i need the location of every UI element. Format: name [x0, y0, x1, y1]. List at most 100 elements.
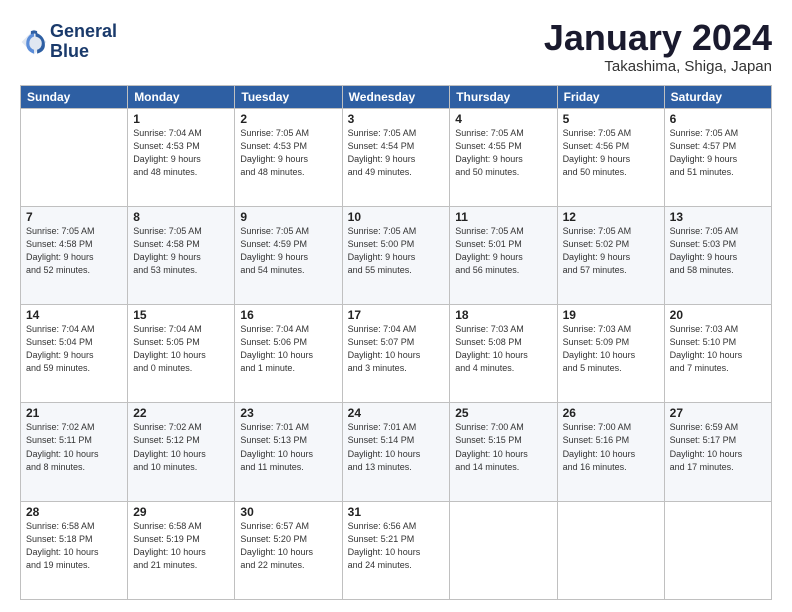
- calendar-cell: [557, 501, 664, 599]
- calendar-cell: [21, 108, 128, 206]
- calendar-cell: 11Sunrise: 7:05 AMSunset: 5:01 PMDayligh…: [450, 206, 557, 304]
- day-info: Sunrise: 7:03 AMSunset: 5:10 PMDaylight:…: [670, 323, 766, 375]
- calendar-cell: 10Sunrise: 7:05 AMSunset: 5:00 PMDayligh…: [342, 206, 450, 304]
- day-info: Sunrise: 7:05 AMSunset: 4:56 PMDaylight:…: [563, 127, 659, 179]
- calendar-cell: 6Sunrise: 7:05 AMSunset: 4:57 PMDaylight…: [664, 108, 771, 206]
- day-info: Sunrise: 7:05 AMSunset: 4:58 PMDaylight:…: [133, 225, 229, 277]
- calendar-cell: 24Sunrise: 7:01 AMSunset: 5:14 PMDayligh…: [342, 403, 450, 501]
- day-info: Sunrise: 6:56 AMSunset: 5:21 PMDaylight:…: [348, 520, 445, 572]
- day-number: 25: [455, 406, 551, 420]
- day-number: 8: [133, 210, 229, 224]
- day-info: Sunrise: 7:03 AMSunset: 5:08 PMDaylight:…: [455, 323, 551, 375]
- day-info: Sunrise: 7:01 AMSunset: 5:13 PMDaylight:…: [240, 421, 336, 473]
- calendar-cell: 15Sunrise: 7:04 AMSunset: 5:05 PMDayligh…: [128, 305, 235, 403]
- calendar-cell: 26Sunrise: 7:00 AMSunset: 5:16 PMDayligh…: [557, 403, 664, 501]
- day-number: 26: [563, 406, 659, 420]
- day-info: Sunrise: 7:05 AMSunset: 4:54 PMDaylight:…: [348, 127, 445, 179]
- day-number: 24: [348, 406, 445, 420]
- day-number: 13: [670, 210, 766, 224]
- day-info: Sunrise: 6:58 AMSunset: 5:19 PMDaylight:…: [133, 520, 229, 572]
- calendar-cell: [664, 501, 771, 599]
- day-info: Sunrise: 7:05 AMSunset: 4:58 PMDaylight:…: [26, 225, 122, 277]
- header: General Blue January 2024 Takashima, Shi…: [20, 18, 772, 75]
- day-number: 17: [348, 308, 445, 322]
- col-tuesday: Tuesday: [235, 85, 342, 108]
- calendar-cell: 28Sunrise: 6:58 AMSunset: 5:18 PMDayligh…: [21, 501, 128, 599]
- calendar-week-4: 21Sunrise: 7:02 AMSunset: 5:11 PMDayligh…: [21, 403, 772, 501]
- calendar-cell: [450, 501, 557, 599]
- calendar-cell: 31Sunrise: 6:56 AMSunset: 5:21 PMDayligh…: [342, 501, 450, 599]
- calendar-cell: 14Sunrise: 7:04 AMSunset: 5:04 PMDayligh…: [21, 305, 128, 403]
- calendar-cell: 17Sunrise: 7:04 AMSunset: 5:07 PMDayligh…: [342, 305, 450, 403]
- calendar-cell: 25Sunrise: 7:00 AMSunset: 5:15 PMDayligh…: [450, 403, 557, 501]
- calendar-cell: 18Sunrise: 7:03 AMSunset: 5:08 PMDayligh…: [450, 305, 557, 403]
- day-info: Sunrise: 6:59 AMSunset: 5:17 PMDaylight:…: [670, 421, 766, 473]
- day-number: 1: [133, 112, 229, 126]
- day-info: Sunrise: 7:01 AMSunset: 5:14 PMDaylight:…: [348, 421, 445, 473]
- calendar-cell: 30Sunrise: 6:57 AMSunset: 5:20 PMDayligh…: [235, 501, 342, 599]
- day-number: 21: [26, 406, 122, 420]
- day-info: Sunrise: 7:04 AMSunset: 5:06 PMDaylight:…: [240, 323, 336, 375]
- day-info: Sunrise: 7:05 AMSunset: 4:53 PMDaylight:…: [240, 127, 336, 179]
- col-wednesday: Wednesday: [342, 85, 450, 108]
- calendar-header-row: Sunday Monday Tuesday Wednesday Thursday…: [21, 85, 772, 108]
- col-monday: Monday: [128, 85, 235, 108]
- day-number: 14: [26, 308, 122, 322]
- day-info: Sunrise: 7:04 AMSunset: 5:07 PMDaylight:…: [348, 323, 445, 375]
- day-number: 10: [348, 210, 445, 224]
- calendar-cell: 5Sunrise: 7:05 AMSunset: 4:56 PMDaylight…: [557, 108, 664, 206]
- logo-icon: [20, 28, 48, 56]
- day-number: 4: [455, 112, 551, 126]
- calendar-cell: 2Sunrise: 7:05 AMSunset: 4:53 PMDaylight…: [235, 108, 342, 206]
- calendar-cell: 16Sunrise: 7:04 AMSunset: 5:06 PMDayligh…: [235, 305, 342, 403]
- month-title: January 2024: [544, 18, 772, 58]
- col-sunday: Sunday: [21, 85, 128, 108]
- calendar-cell: 20Sunrise: 7:03 AMSunset: 5:10 PMDayligh…: [664, 305, 771, 403]
- day-number: 11: [455, 210, 551, 224]
- calendar-week-3: 14Sunrise: 7:04 AMSunset: 5:04 PMDayligh…: [21, 305, 772, 403]
- day-info: Sunrise: 7:05 AMSunset: 5:01 PMDaylight:…: [455, 225, 551, 277]
- logo-text: General Blue: [50, 22, 117, 62]
- day-number: 2: [240, 112, 336, 126]
- day-number: 18: [455, 308, 551, 322]
- title-block: January 2024 Takashima, Shiga, Japan: [544, 18, 772, 75]
- day-number: 9: [240, 210, 336, 224]
- day-number: 19: [563, 308, 659, 322]
- logo: General Blue: [20, 22, 117, 62]
- calendar-cell: 7Sunrise: 7:05 AMSunset: 4:58 PMDaylight…: [21, 206, 128, 304]
- col-thursday: Thursday: [450, 85, 557, 108]
- calendar-cell: 8Sunrise: 7:05 AMSunset: 4:58 PMDaylight…: [128, 206, 235, 304]
- calendar-cell: 23Sunrise: 7:01 AMSunset: 5:13 PMDayligh…: [235, 403, 342, 501]
- day-number: 29: [133, 505, 229, 519]
- calendar-cell: 1Sunrise: 7:04 AMSunset: 4:53 PMDaylight…: [128, 108, 235, 206]
- day-info: Sunrise: 7:04 AMSunset: 5:04 PMDaylight:…: [26, 323, 122, 375]
- day-number: 12: [563, 210, 659, 224]
- day-number: 30: [240, 505, 336, 519]
- day-number: 15: [133, 308, 229, 322]
- calendar-cell: 3Sunrise: 7:05 AMSunset: 4:54 PMDaylight…: [342, 108, 450, 206]
- calendar-week-2: 7Sunrise: 7:05 AMSunset: 4:58 PMDaylight…: [21, 206, 772, 304]
- calendar-cell: 27Sunrise: 6:59 AMSunset: 5:17 PMDayligh…: [664, 403, 771, 501]
- day-number: 28: [26, 505, 122, 519]
- calendar-cell: 19Sunrise: 7:03 AMSunset: 5:09 PMDayligh…: [557, 305, 664, 403]
- day-number: 5: [563, 112, 659, 126]
- calendar-cell: 21Sunrise: 7:02 AMSunset: 5:11 PMDayligh…: [21, 403, 128, 501]
- day-info: Sunrise: 6:57 AMSunset: 5:20 PMDaylight:…: [240, 520, 336, 572]
- day-info: Sunrise: 7:02 AMSunset: 5:11 PMDaylight:…: [26, 421, 122, 473]
- day-info: Sunrise: 7:03 AMSunset: 5:09 PMDaylight:…: [563, 323, 659, 375]
- calendar-cell: 22Sunrise: 7:02 AMSunset: 5:12 PMDayligh…: [128, 403, 235, 501]
- day-info: Sunrise: 7:05 AMSunset: 5:00 PMDaylight:…: [348, 225, 445, 277]
- day-number: 3: [348, 112, 445, 126]
- day-info: Sunrise: 7:00 AMSunset: 5:16 PMDaylight:…: [563, 421, 659, 473]
- day-info: Sunrise: 7:05 AMSunset: 4:57 PMDaylight:…: [670, 127, 766, 179]
- location: Takashima, Shiga, Japan: [544, 58, 772, 75]
- day-number: 7: [26, 210, 122, 224]
- day-info: Sunrise: 7:05 AMSunset: 4:59 PMDaylight:…: [240, 225, 336, 277]
- day-info: Sunrise: 7:05 AMSunset: 5:02 PMDaylight:…: [563, 225, 659, 277]
- day-number: 23: [240, 406, 336, 420]
- day-number: 16: [240, 308, 336, 322]
- day-number: 6: [670, 112, 766, 126]
- calendar-cell: 12Sunrise: 7:05 AMSunset: 5:02 PMDayligh…: [557, 206, 664, 304]
- col-saturday: Saturday: [664, 85, 771, 108]
- logo-line2: Blue: [50, 42, 117, 62]
